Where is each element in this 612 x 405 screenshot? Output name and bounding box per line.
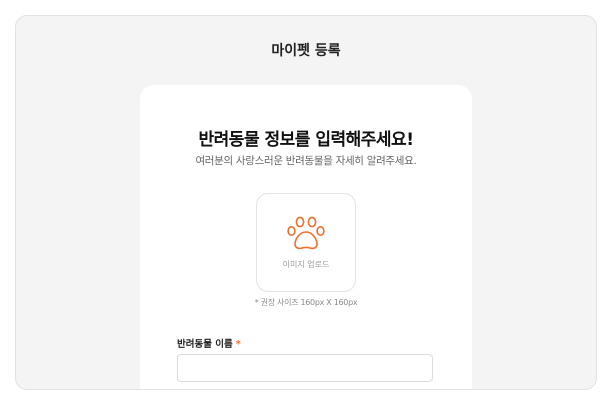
form-subtitle: 여러분의 사랑스러운 반려동물을 자세히 알려주세요. — [195, 155, 417, 167]
app-frame: 마이펫 등록 반려동물 정보를 입력해주세요! 여러분의 사랑스러운 반려동물을… — [15, 15, 597, 390]
required-mark: * — [235, 339, 241, 350]
page-title: 마이펫 등록 — [271, 43, 341, 59]
upload-label: 이미지 업로드 — [282, 260, 330, 269]
image-upload-button[interactable]: 이미지 업로드 — [256, 193, 356, 292]
pet-form-card: 반려동물 정보를 입력해주세요! 여러분의 사랑스러운 반려동물을 자세히 알려… — [140, 85, 472, 389]
pet-name-label: 반려동물 이름 * — [177, 336, 241, 350]
paw-icon — [287, 216, 325, 250]
form-heading: 반려동물 정보를 입력해주세요! — [198, 130, 414, 150]
recommended-size-hint: * 권장 사이즈 160px X 160px — [254, 298, 358, 307]
pet-name-input[interactable] — [177, 354, 433, 382]
pet-name-label-text: 반려동물 이름 — [177, 339, 233, 350]
